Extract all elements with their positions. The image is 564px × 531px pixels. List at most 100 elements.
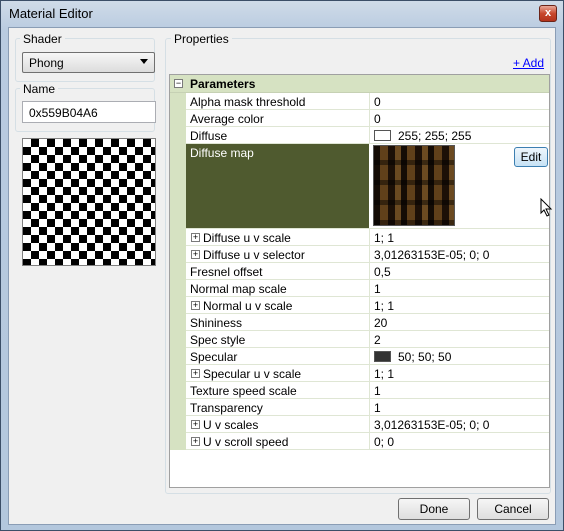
property-value-text: 3,01263153E-05; 0; 0 <box>374 418 490 432</box>
collapse-icon[interactable]: − <box>174 79 183 88</box>
property-value-text: 1; 1 <box>374 299 395 313</box>
property-grid[interactable]: − Parameters Alpha mask threshold 0 Averag… <box>169 74 550 488</box>
expand-icon[interactable]: + <box>191 233 200 242</box>
expand-icon[interactable]: + <box>191 369 200 378</box>
property-value[interactable]: 1 <box>374 282 381 296</box>
property-name: Specular u v scale <box>203 367 302 381</box>
property-value[interactable]: 1; 1 <box>374 231 394 245</box>
property-row[interactable]: + Normal u v scale 1; 1 <box>170 297 549 314</box>
chevron-down-icon <box>140 59 148 64</box>
row-margin <box>170 127 186 144</box>
column-divider <box>369 110 370 127</box>
material-preview <box>22 138 156 266</box>
window-title: Material Editor <box>9 6 93 21</box>
column-divider <box>369 416 370 433</box>
property-name: Texture speed scale <box>190 384 297 398</box>
property-value[interactable]: 1; 1 <box>374 367 394 381</box>
property-row[interactable]: Average color 0 <box>170 110 549 127</box>
property-value-text: 1 <box>374 401 381 415</box>
category-parameters[interactable]: − Parameters <box>170 75 549 93</box>
property-value-text: 3,01263153E-05; 0; 0 <box>374 248 490 262</box>
name-field[interactable]: 0x559B04A6 <box>22 101 156 123</box>
row-margin <box>170 263 186 280</box>
property-name: Diffuse u v scale <box>203 231 291 245</box>
shader-value: Phong <box>29 56 64 70</box>
property-row[interactable]: Alpha mask threshold 0 <box>170 93 549 110</box>
property-name: Shininess <box>190 316 243 330</box>
expand-icon[interactable]: + <box>191 250 200 259</box>
property-row[interactable]: Shininess 20 <box>170 314 549 331</box>
property-value[interactable]: 3,01263153E-05; 0; 0 <box>374 248 489 262</box>
column-divider <box>369 263 370 280</box>
done-button[interactable]: Done <box>398 498 470 520</box>
category-label: Parameters <box>190 77 256 91</box>
row-margin <box>170 229 186 246</box>
row-margin <box>170 399 186 416</box>
column-divider <box>369 127 370 144</box>
property-value[interactable]: 3,01263153E-05; 0; 0 <box>374 418 489 432</box>
property-value[interactable]: 1; 1 <box>374 299 394 313</box>
property-row[interactable]: + Specular u v scale 1; 1 <box>170 365 549 382</box>
property-row[interactable]: Fresnel offset 0,5 <box>170 263 549 280</box>
row-margin <box>170 416 186 433</box>
add-link[interactable]: + Add <box>513 56 544 70</box>
mouse-cursor-icon <box>540 198 553 217</box>
property-row[interactable]: Spec style 2 <box>170 331 549 348</box>
property-value[interactable]: 50; 50; 50 <box>374 350 451 364</box>
cancel-button[interactable]: Cancel <box>477 498 549 520</box>
title-bar[interactable]: Material Editor x <box>1 1 563 27</box>
column-divider <box>369 365 370 382</box>
property-value-text: 1 <box>374 282 381 296</box>
property-row-diffuse-map[interactable]: Diffuse map Edit <box>170 144 549 229</box>
property-row[interactable]: + Diffuse u v selector 3,01263153E-05; 0; … <box>170 246 549 263</box>
column-divider <box>369 348 370 365</box>
column-divider <box>369 229 370 246</box>
row-margin <box>170 331 186 348</box>
row-margin <box>170 348 186 365</box>
property-value-text: 50; 50; 50 <box>398 350 452 364</box>
client-area: Shader Phong Name 0x559B04A6 Properties … <box>8 27 556 525</box>
property-value[interactable]: 0 <box>374 112 381 126</box>
expand-icon[interactable]: + <box>191 301 200 310</box>
property-row[interactable]: Diffuse 255; 255; 255 <box>170 127 549 144</box>
column-divider <box>369 93 370 110</box>
column-divider <box>369 297 370 314</box>
property-row[interactable]: + Diffuse u v scale 1; 1 <box>170 229 549 246</box>
property-name: U v scales <box>203 418 259 432</box>
property-value[interactable]: 1 <box>374 401 381 415</box>
row-margin <box>170 280 186 297</box>
column-divider <box>369 331 370 348</box>
property-value[interactable]: 2 <box>374 333 381 347</box>
column-divider <box>369 246 370 263</box>
shader-combobox[interactable]: Phong <box>22 52 155 73</box>
property-name: Alpha mask threshold <box>190 95 306 109</box>
edit-button[interactable]: Edit <box>514 147 548 167</box>
property-value-text: 1; 1 <box>374 367 395 381</box>
row-margin <box>170 297 186 314</box>
property-value[interactable]: 0; 0 <box>374 435 394 449</box>
property-name: Fresnel offset <box>190 265 263 279</box>
property-value[interactable]: 1 <box>374 384 381 398</box>
column-divider <box>369 280 370 297</box>
expand-icon[interactable]: + <box>191 437 200 446</box>
row-margin <box>170 314 186 331</box>
property-value-text: 255; 255; 255 <box>398 129 472 143</box>
expand-icon[interactable]: + <box>191 420 200 429</box>
property-value[interactable]: 20 <box>374 316 387 330</box>
name-label: Name <box>20 82 59 96</box>
property-row[interactable]: + U v scroll speed 0; 0 <box>170 433 549 450</box>
property-value[interactable]: 0 <box>374 95 381 109</box>
property-value[interactable]: 0,5 <box>374 265 391 279</box>
close-icon: x <box>544 7 552 19</box>
close-button[interactable]: x <box>539 5 557 22</box>
property-row[interactable]: Transparency 1 <box>170 399 549 416</box>
property-row[interactable]: Texture speed scale 1 <box>170 382 549 399</box>
property-value-text: 1 <box>374 384 381 398</box>
property-name: U v scroll speed <box>203 435 289 449</box>
color-swatch <box>374 130 391 141</box>
property-row[interactable]: + U v scales 3,01263153E-05; 0; 0 <box>170 416 549 433</box>
property-row[interactable]: Normal map scale 1 <box>170 280 549 297</box>
property-row[interactable]: Specular 50; 50; 50 <box>170 348 549 365</box>
property-value[interactable]: 255; 255; 255 <box>374 129 471 143</box>
property-name: Average color <box>190 112 264 126</box>
